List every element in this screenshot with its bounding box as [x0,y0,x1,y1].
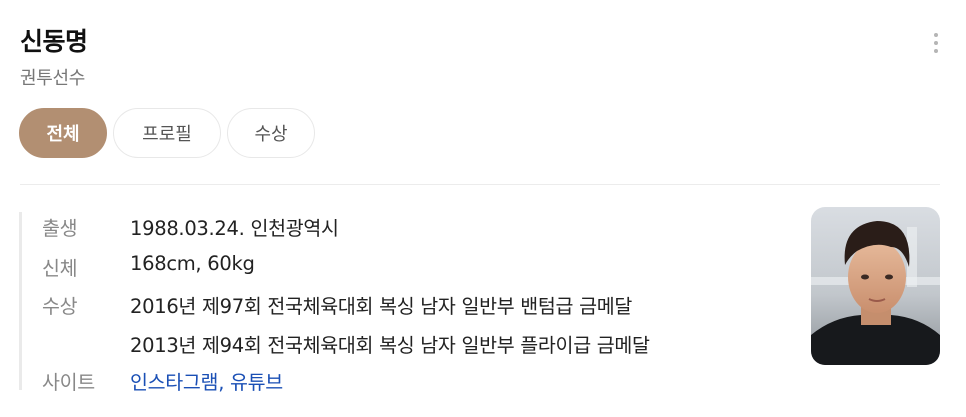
award-item: 2016년 제97회 전국체육대회 복싱 남자 일반부 밴텀급 금메달 [130,295,633,318]
award-item: 2013년 제94회 전국체육대회 복싱 남자 일반부 플라이급 금메달 [130,334,650,357]
section-divider [20,184,940,185]
birth-label: 출생 [42,217,78,240]
youtube-link[interactable]: 유튜브 [230,371,283,394]
body-value: 168cm, 60kg [130,252,255,275]
tab-awards[interactable]: 수상 [227,108,315,158]
birth-value: 1988.03.24. 인천광역시 [130,217,339,240]
site-links: 인스타그램, 유튜브 [130,366,283,395]
page-title: 신동명 [20,27,88,56]
info-accent-line [19,212,22,390]
tab-profile[interactable]: 프로필 [113,108,221,158]
awards-label: 수상 [42,295,78,318]
profile-photo[interactable] [811,207,940,365]
body-label: 신체 [42,257,78,280]
site-label: 사이트 [42,371,95,394]
more-options-icon[interactable] [926,30,946,56]
tab-all[interactable]: 전체 [19,108,107,158]
instagram-link[interactable]: 인스타그램 [130,371,219,394]
link-separator: , [218,371,231,394]
occupation-subtitle: 권투선수 [20,68,86,89]
